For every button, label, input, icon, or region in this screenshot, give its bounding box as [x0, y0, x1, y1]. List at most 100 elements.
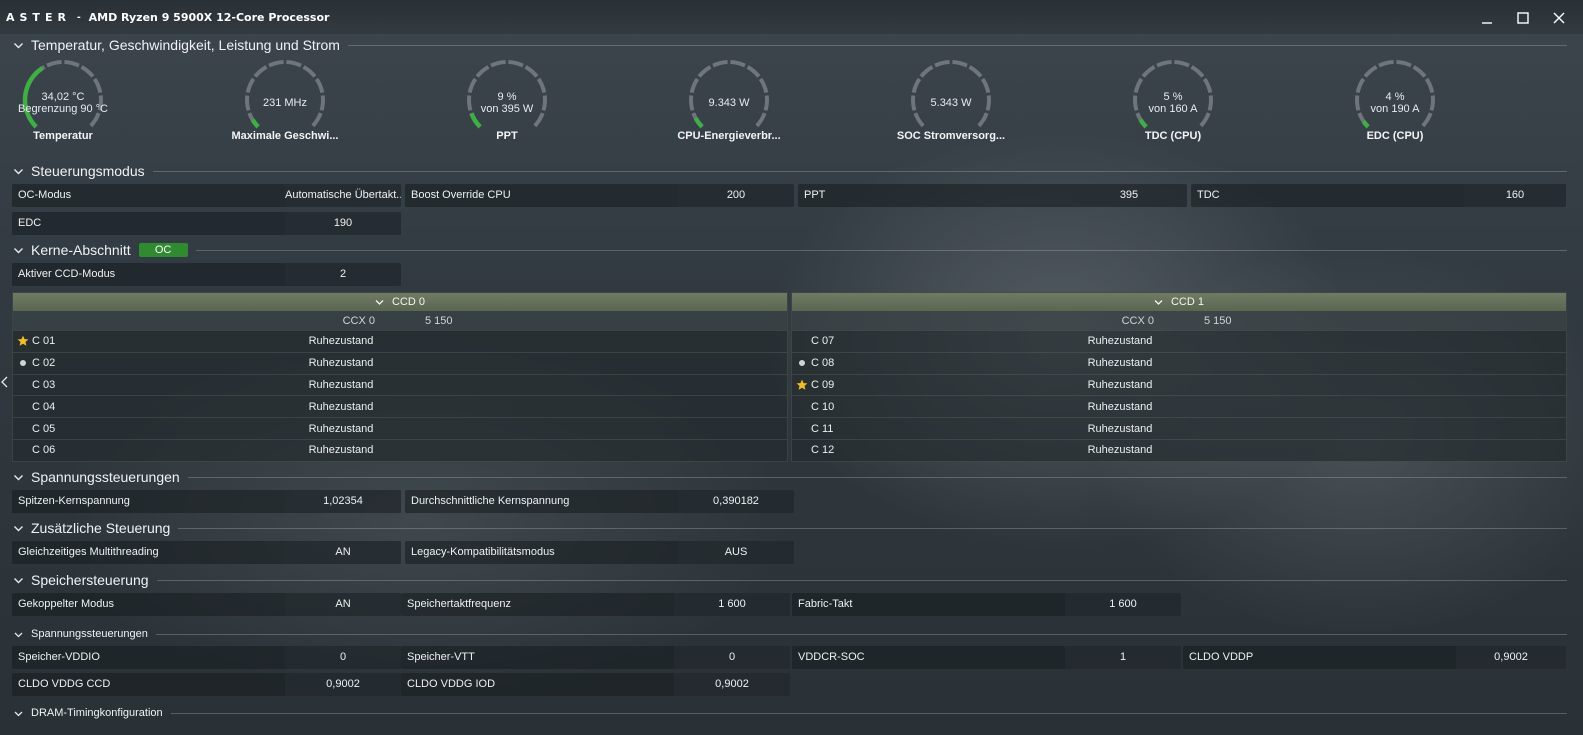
- active-ccd-mode-field[interactable]: Aktiver CCD-Modus 2: [12, 263, 401, 286]
- boost-override-field[interactable]: Boost Override CPU 200: [405, 184, 794, 207]
- core-marker: [13, 356, 32, 370]
- active-ccd-mode-value[interactable]: 2: [285, 263, 401, 286]
- star-icon: [796, 379, 807, 390]
- edc-field[interactable]: EDC 190: [12, 212, 401, 235]
- table-row[interactable]: C 05 Ruhezustand: [13, 417, 787, 439]
- section-header-cores[interactable]: Kerne-Abschnitt OC: [12, 240, 1567, 260]
- gauge-track-segment: [1141, 65, 1156, 78]
- smt-value[interactable]: AN: [285, 541, 401, 564]
- gauge-track-segment: [755, 112, 767, 128]
- ccd-header[interactable]: CCD 0: [13, 293, 787, 311]
- gauge-track-segment: [1156, 60, 1172, 68]
- gauge-track-segment: [524, 65, 539, 78]
- table-row[interactable]: C 06 Ruhezustand: [13, 438, 787, 461]
- gauge: 231 MHz Maximale Geschwi...: [230, 57, 340, 147]
- gauge-label: EDC (CPU): [1366, 130, 1424, 142]
- legacy-mode-field[interactable]: Legacy-Kompatibilitätsmodus AUS: [405, 541, 794, 564]
- mem-vddio-field[interactable]: Speicher-VDDIO 0: [12, 646, 401, 669]
- gauge-fill: [250, 118, 260, 129]
- table-row[interactable]: C 02 Ruhezustand: [13, 351, 787, 374]
- table-row[interactable]: C 09 Ruhezustand: [792, 373, 1566, 396]
- ccx-row: CCX 0 5 150: [13, 311, 787, 330]
- section-divider: [178, 527, 1567, 529]
- minimize-button[interactable]: [1469, 6, 1505, 30]
- gauge-track-segment: [245, 77, 256, 94]
- boost-override-value[interactable]: 200: [678, 184, 794, 207]
- collapse-panel-icon[interactable]: [0, 376, 8, 388]
- edc-value[interactable]: 190: [285, 212, 401, 235]
- table-row[interactable]: C 03 Ruhezustand: [13, 373, 787, 396]
- cldo-vddg-ccd-value[interactable]: 0,9002: [285, 673, 401, 696]
- gauge-track-segment: [268, 60, 284, 68]
- core-name: C 04: [32, 400, 56, 413]
- oc-mode-value[interactable]: Automatische Übertakt...: [285, 184, 401, 207]
- coupled-mode-value[interactable]: AN: [285, 593, 401, 616]
- core-marker: [792, 356, 811, 370]
- section-header-control-mode[interactable]: Steuerungsmodus: [12, 161, 1567, 181]
- gauge-track-segment: [911, 77, 922, 94]
- cldo-vddg-ccd-field[interactable]: CLDO VDDG CCD 0,9002: [12, 673, 401, 696]
- ppt-value[interactable]: 395: [1071, 184, 1187, 207]
- gauge-label: PPT: [496, 130, 518, 142]
- ppt-field[interactable]: PPT 395: [798, 184, 1187, 207]
- table-row[interactable]: C 10 Ruhezustand: [792, 395, 1566, 418]
- table-row[interactable]: C 12 Ruhezustand: [792, 438, 1566, 461]
- memory-clock-field[interactable]: Speichertaktfrequenz 1 600: [401, 593, 790, 616]
- peak-core-voltage-field[interactable]: Spitzen-Kernspannung 1,02354: [12, 490, 401, 513]
- core-marker: [13, 378, 32, 392]
- avg-core-voltage-field[interactable]: Durchschnittliche Kernspannung 0,390182: [405, 490, 794, 513]
- section-header-memory[interactable]: Speichersteuerung: [12, 570, 1567, 590]
- table-row[interactable]: C 04 Ruhezustand: [13, 395, 787, 418]
- chevron-down-icon: [12, 244, 25, 257]
- memory-clock-value[interactable]: 1 600: [674, 593, 790, 616]
- section-title: Spannungssteuerungen: [31, 628, 148, 640]
- core-state: Ruhezustand: [1087, 378, 1153, 391]
- maximize-button[interactable]: [1505, 6, 1541, 30]
- cldo-vddg-iod-field[interactable]: CLDO VDDG IOD 0,9002: [401, 673, 790, 696]
- chevron-down-icon: [12, 471, 25, 484]
- table-row[interactable]: C 07 Ruhezustand: [792, 330, 1566, 352]
- section-header-voltage[interactable]: Spannungssteuerungen: [12, 467, 1567, 487]
- subsection-header-dram-timing[interactable]: DRAM-Timingkonfiguration: [12, 703, 1567, 723]
- cldo-vddg-iod-value[interactable]: 0,9002: [674, 673, 790, 696]
- ccd-0-panel: CCD 0 CCX 0 5 150 C 01 Ruhezustand C 02 Ruhezu…: [12, 292, 788, 462]
- mem-vtt-value[interactable]: 0: [674, 646, 790, 669]
- gauge-track-segment: [1396, 60, 1412, 68]
- gauge-track-segment: [758, 77, 769, 94]
- table-row[interactable]: C 11 Ruhezustand: [792, 417, 1566, 439]
- ccd-header[interactable]: CCD 1: [792, 293, 1566, 311]
- smt-field[interactable]: Gleichzeitiges Multithreading AN: [12, 541, 401, 564]
- core-name: C 10: [811, 400, 835, 413]
- fabric-clock-field[interactable]: Fabric-Takt 1 600: [792, 593, 1181, 616]
- subsection-header-memory-voltage[interactable]: Spannungssteuerungen: [12, 624, 1567, 644]
- tdc-value[interactable]: 160: [1464, 184, 1566, 207]
- tdc-field[interactable]: TDC 160: [1191, 184, 1566, 207]
- close-button[interactable]: [1541, 6, 1577, 30]
- field-label: Spitzen-Kernspannung: [18, 495, 130, 507]
- section-divider: [156, 579, 1567, 581]
- cldo-vddp-value[interactable]: 0,9002: [1456, 646, 1566, 669]
- cldo-vddp-field[interactable]: CLDO VDDP 0,9002: [1183, 646, 1566, 669]
- table-row[interactable]: C 08 Ruhezustand: [792, 351, 1566, 374]
- field-label: Speicher-VDDIO: [18, 651, 100, 663]
- gauge-label: SOC Stromversorg...: [896, 130, 1006, 142]
- star-icon: [17, 335, 28, 347]
- legacy-mode-value[interactable]: AUS: [678, 541, 794, 564]
- fabric-clock-value[interactable]: 1 600: [1065, 593, 1181, 616]
- vddcr-soc-value[interactable]: 1: [1065, 646, 1181, 669]
- section-divider: [195, 249, 1567, 251]
- table-row[interactable]: C 01 Ruhezustand: [13, 330, 787, 352]
- section-title: Temperatur, Geschwindigkeit, Leistung un…: [31, 37, 340, 53]
- gauge-track-segment: [934, 60, 950, 68]
- gauge-track-segment: [1363, 65, 1378, 78]
- oc-mode-field[interactable]: OC-Modus Automatische Übertakt...: [12, 184, 401, 207]
- mem-vtt-field[interactable]: Speicher-VTT 0: [401, 646, 790, 669]
- oc-status-badge[interactable]: OC: [138, 243, 188, 257]
- section-header-temperature[interactable]: Temperatur, Geschwindigkeit, Leistung un…: [12, 35, 1567, 55]
- mem-vddio-value[interactable]: 0: [285, 646, 401, 669]
- vddcr-soc-field[interactable]: VDDCR-SOC 1: [792, 646, 1181, 669]
- gauge-track-segment: [1412, 65, 1427, 78]
- coupled-mode-field[interactable]: Gekoppelter Modus AN: [12, 593, 401, 616]
- gauge-track-segment: [311, 112, 323, 128]
- section-header-extra[interactable]: Zusätzliche Steuerung: [12, 518, 1567, 538]
